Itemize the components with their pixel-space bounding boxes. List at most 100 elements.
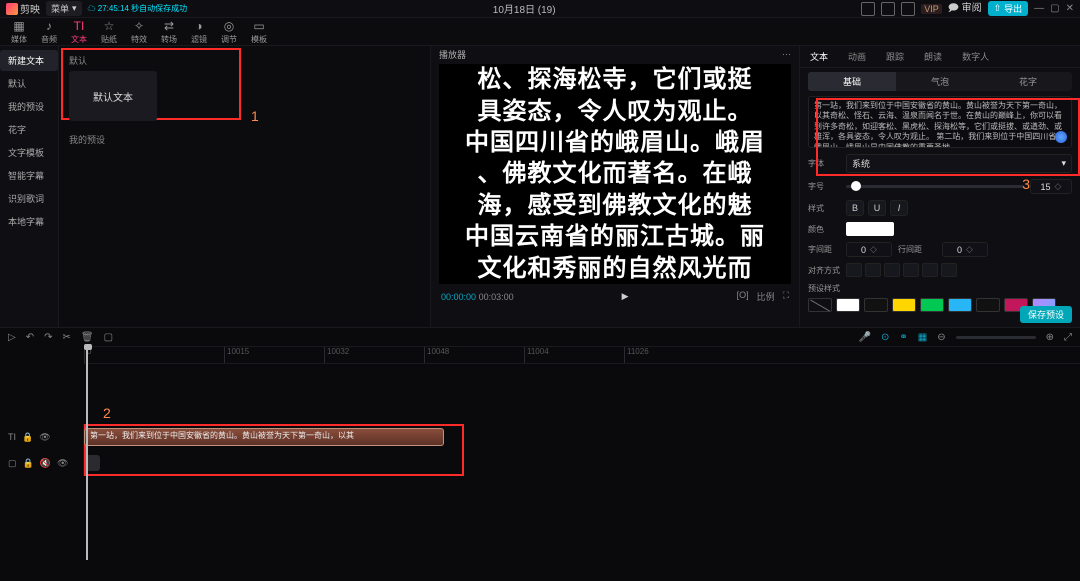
tab-template[interactable]: ▭模板 <box>244 18 274 45</box>
scale-icon[interactable]: [O] <box>737 290 749 303</box>
track-type-video: ▢ <box>8 458 17 469</box>
sidebar-item-fancy[interactable]: 花字 <box>0 119 58 140</box>
preset-2[interactable] <box>864 298 888 312</box>
rtab-anim[interactable]: 动画 <box>838 46 876 67</box>
tool-redo[interactable]: ↷ <box>44 332 52 343</box>
layout-icon-1[interactable] <box>861 2 875 16</box>
preview-settings-icon[interactable]: ⋯ <box>782 49 791 60</box>
style-label: 样式 <box>808 203 840 214</box>
tab-filter[interactable]: ◑滤镜 <box>184 18 214 45</box>
sidebar-item-new-text[interactable]: 新建文本 <box>0 50 58 71</box>
chevron-down-icon: ▾ <box>1061 158 1066 169</box>
font-select[interactable]: 系统▾ <box>846 154 1072 173</box>
bold-button[interactable]: B <box>846 200 864 216</box>
sidebar-item-text-template[interactable]: 文字模板 <box>0 142 58 163</box>
tool-delete[interactable]: 🗑 <box>81 332 94 343</box>
lock-icon[interactable]: 🔒 <box>23 458 34 469</box>
tool-fit[interactable]: ⤢ <box>1064 332 1072 343</box>
tab-effect[interactable]: ✧特效 <box>124 18 154 45</box>
save-preset-button[interactable]: 保存预设 <box>1020 306 1072 323</box>
sticker-icon: ☆ <box>102 19 116 33</box>
window-minimize[interactable]: — <box>1034 3 1044 14</box>
sidebar-item-local-caption[interactable]: 本地字幕 <box>0 211 58 232</box>
preset-none[interactable] <box>808 298 832 312</box>
align-left[interactable] <box>846 263 862 277</box>
rtab-read[interactable]: 朗读 <box>914 46 952 67</box>
underline-button[interactable]: U <box>868 200 886 216</box>
effect-icon: ✧ <box>132 19 146 33</box>
rtab-track[interactable]: 跟踪 <box>876 46 914 67</box>
tab-audio[interactable]: ♪音频 <box>34 18 64 45</box>
size-slider[interactable] <box>846 185 1024 188</box>
tool-link[interactable]: ⚭ <box>899 332 907 343</box>
align-center[interactable] <box>865 263 881 277</box>
align-bottom[interactable] <box>941 263 957 277</box>
tab-sticker[interactable]: ☆贴纸 <box>94 18 124 45</box>
tab-media[interactable]: ▦媒体 <box>4 18 34 45</box>
eye-icon[interactable]: 👁 <box>57 458 68 469</box>
sidebar-item-lyric[interactable]: 识别歌词 <box>0 188 58 209</box>
menu-dropdown[interactable]: 菜单▾ <box>46 1 82 16</box>
tool-preview[interactable]: ▦ <box>918 332 927 343</box>
size-label: 字号 <box>808 181 840 192</box>
preset-4[interactable] <box>920 298 944 312</box>
tab-text[interactable]: TI文本 <box>64 18 94 45</box>
default-text-thumb[interactable]: 默认文本 <box>69 71 157 121</box>
line-spacing-value[interactable]: 0 ◇ <box>942 242 988 257</box>
preset-3[interactable] <box>892 298 916 312</box>
window-close[interactable]: ✕ <box>1066 3 1074 14</box>
align-middle[interactable] <box>922 263 938 277</box>
rtab-digital[interactable]: 数字人 <box>952 46 999 67</box>
layout-icon-2[interactable] <box>881 2 895 16</box>
sidebar-item-default[interactable]: 默认 <box>0 73 58 94</box>
video-canvas[interactable]: 松、探海松寺，它们或挺 具姿态，令人叹为观止。 中国四川省的峨眉山。峨眉 、佛教… <box>439 64 791 284</box>
preset-1[interactable] <box>836 298 860 312</box>
preset-5[interactable] <box>948 298 972 312</box>
window-maximize[interactable]: ▢ <box>1050 3 1059 14</box>
zoom-slider[interactable] <box>956 336 1036 339</box>
tool-crop[interactable]: ▢ <box>104 332 113 343</box>
preset-6[interactable] <box>976 298 1000 312</box>
lock-icon[interactable]: 🔒 <box>22 432 33 443</box>
export-button[interactable]: ⇧ 导出 <box>988 1 1029 16</box>
mute-icon[interactable]: 🔇 <box>40 458 51 469</box>
letter-spacing-value[interactable]: 0 ◇ <box>846 242 892 257</box>
size-value[interactable]: 15 ◇ <box>1030 179 1072 194</box>
ai-assist-icon[interactable] <box>1055 131 1067 143</box>
layout-icon-3[interactable] <box>901 2 915 16</box>
play-button[interactable]: ▶ <box>622 291 629 302</box>
tracks: 2 TI🔒👁 第一站，我们来到位于中国安徽省的黄山。黄山被誉为天下第一奇山，以其… <box>0 364 1080 581</box>
tab-transition[interactable]: ⇄转场 <box>154 18 184 45</box>
sidebar-item-my-preset[interactable]: 我的预设 <box>0 96 58 117</box>
vip-badge[interactable]: VIP <box>921 4 942 14</box>
sidebar-item-smart-caption[interactable]: 智能字幕 <box>0 165 58 186</box>
align-top[interactable] <box>903 263 919 277</box>
review-button[interactable]: 🗩 审阅 <box>948 0 982 18</box>
tab-adjust[interactable]: ◎调节 <box>214 18 244 45</box>
subtab-bubble[interactable]: 气泡 <box>896 72 984 91</box>
tool-zoom-out[interactable]: ⊖ <box>937 332 945 343</box>
playhead[interactable] <box>86 346 88 560</box>
rtab-text[interactable]: 文本 <box>800 46 838 67</box>
annotation-num-2: 2 <box>103 405 111 421</box>
color-swatch[interactable] <box>846 222 894 236</box>
text-clip[interactable]: 第一站，我们来到位于中国安徽省的黄山。黄山被誉为天下第一奇山，以其 <box>84 428 444 446</box>
italic-button[interactable]: I <box>890 200 908 216</box>
tool-zoom-in[interactable]: ⊕ <box>1046 332 1054 343</box>
text-content-input[interactable]: 第一站，我们来到位于中国安徽省的黄山。黄山被誉为天下第一奇山，以其奇松、怪石、云… <box>808 96 1072 148</box>
fullscreen-icon[interactable]: ⛶ <box>783 290 789 303</box>
tool-select[interactable]: ▷ <box>8 332 16 343</box>
tool-split[interactable]: ✂ <box>62 332 70 343</box>
align-right[interactable] <box>884 263 900 277</box>
ratio-button[interactable]: 比例 <box>757 290 775 303</box>
tool-undo[interactable]: ↶ <box>26 332 34 343</box>
text-sidebar: 新建文本 默认 我的预设 花字 文字模板 智能字幕 识别歌词 本地字幕 <box>0 46 58 327</box>
media-icon: ▦ <box>12 19 26 33</box>
time-ruler[interactable]: 0 10015 10032 10048 11004 11026 <box>84 346 1080 364</box>
eye-icon[interactable]: 👁 <box>39 432 50 443</box>
video-clip[interactable] <box>86 455 100 471</box>
tool-magnet[interactable]: ⊙ <box>881 332 889 343</box>
tool-mic[interactable]: 🎤 <box>859 332 871 343</box>
subtab-flower[interactable]: 花字 <box>984 72 1072 91</box>
subtab-basic[interactable]: 基础 <box>808 72 896 91</box>
